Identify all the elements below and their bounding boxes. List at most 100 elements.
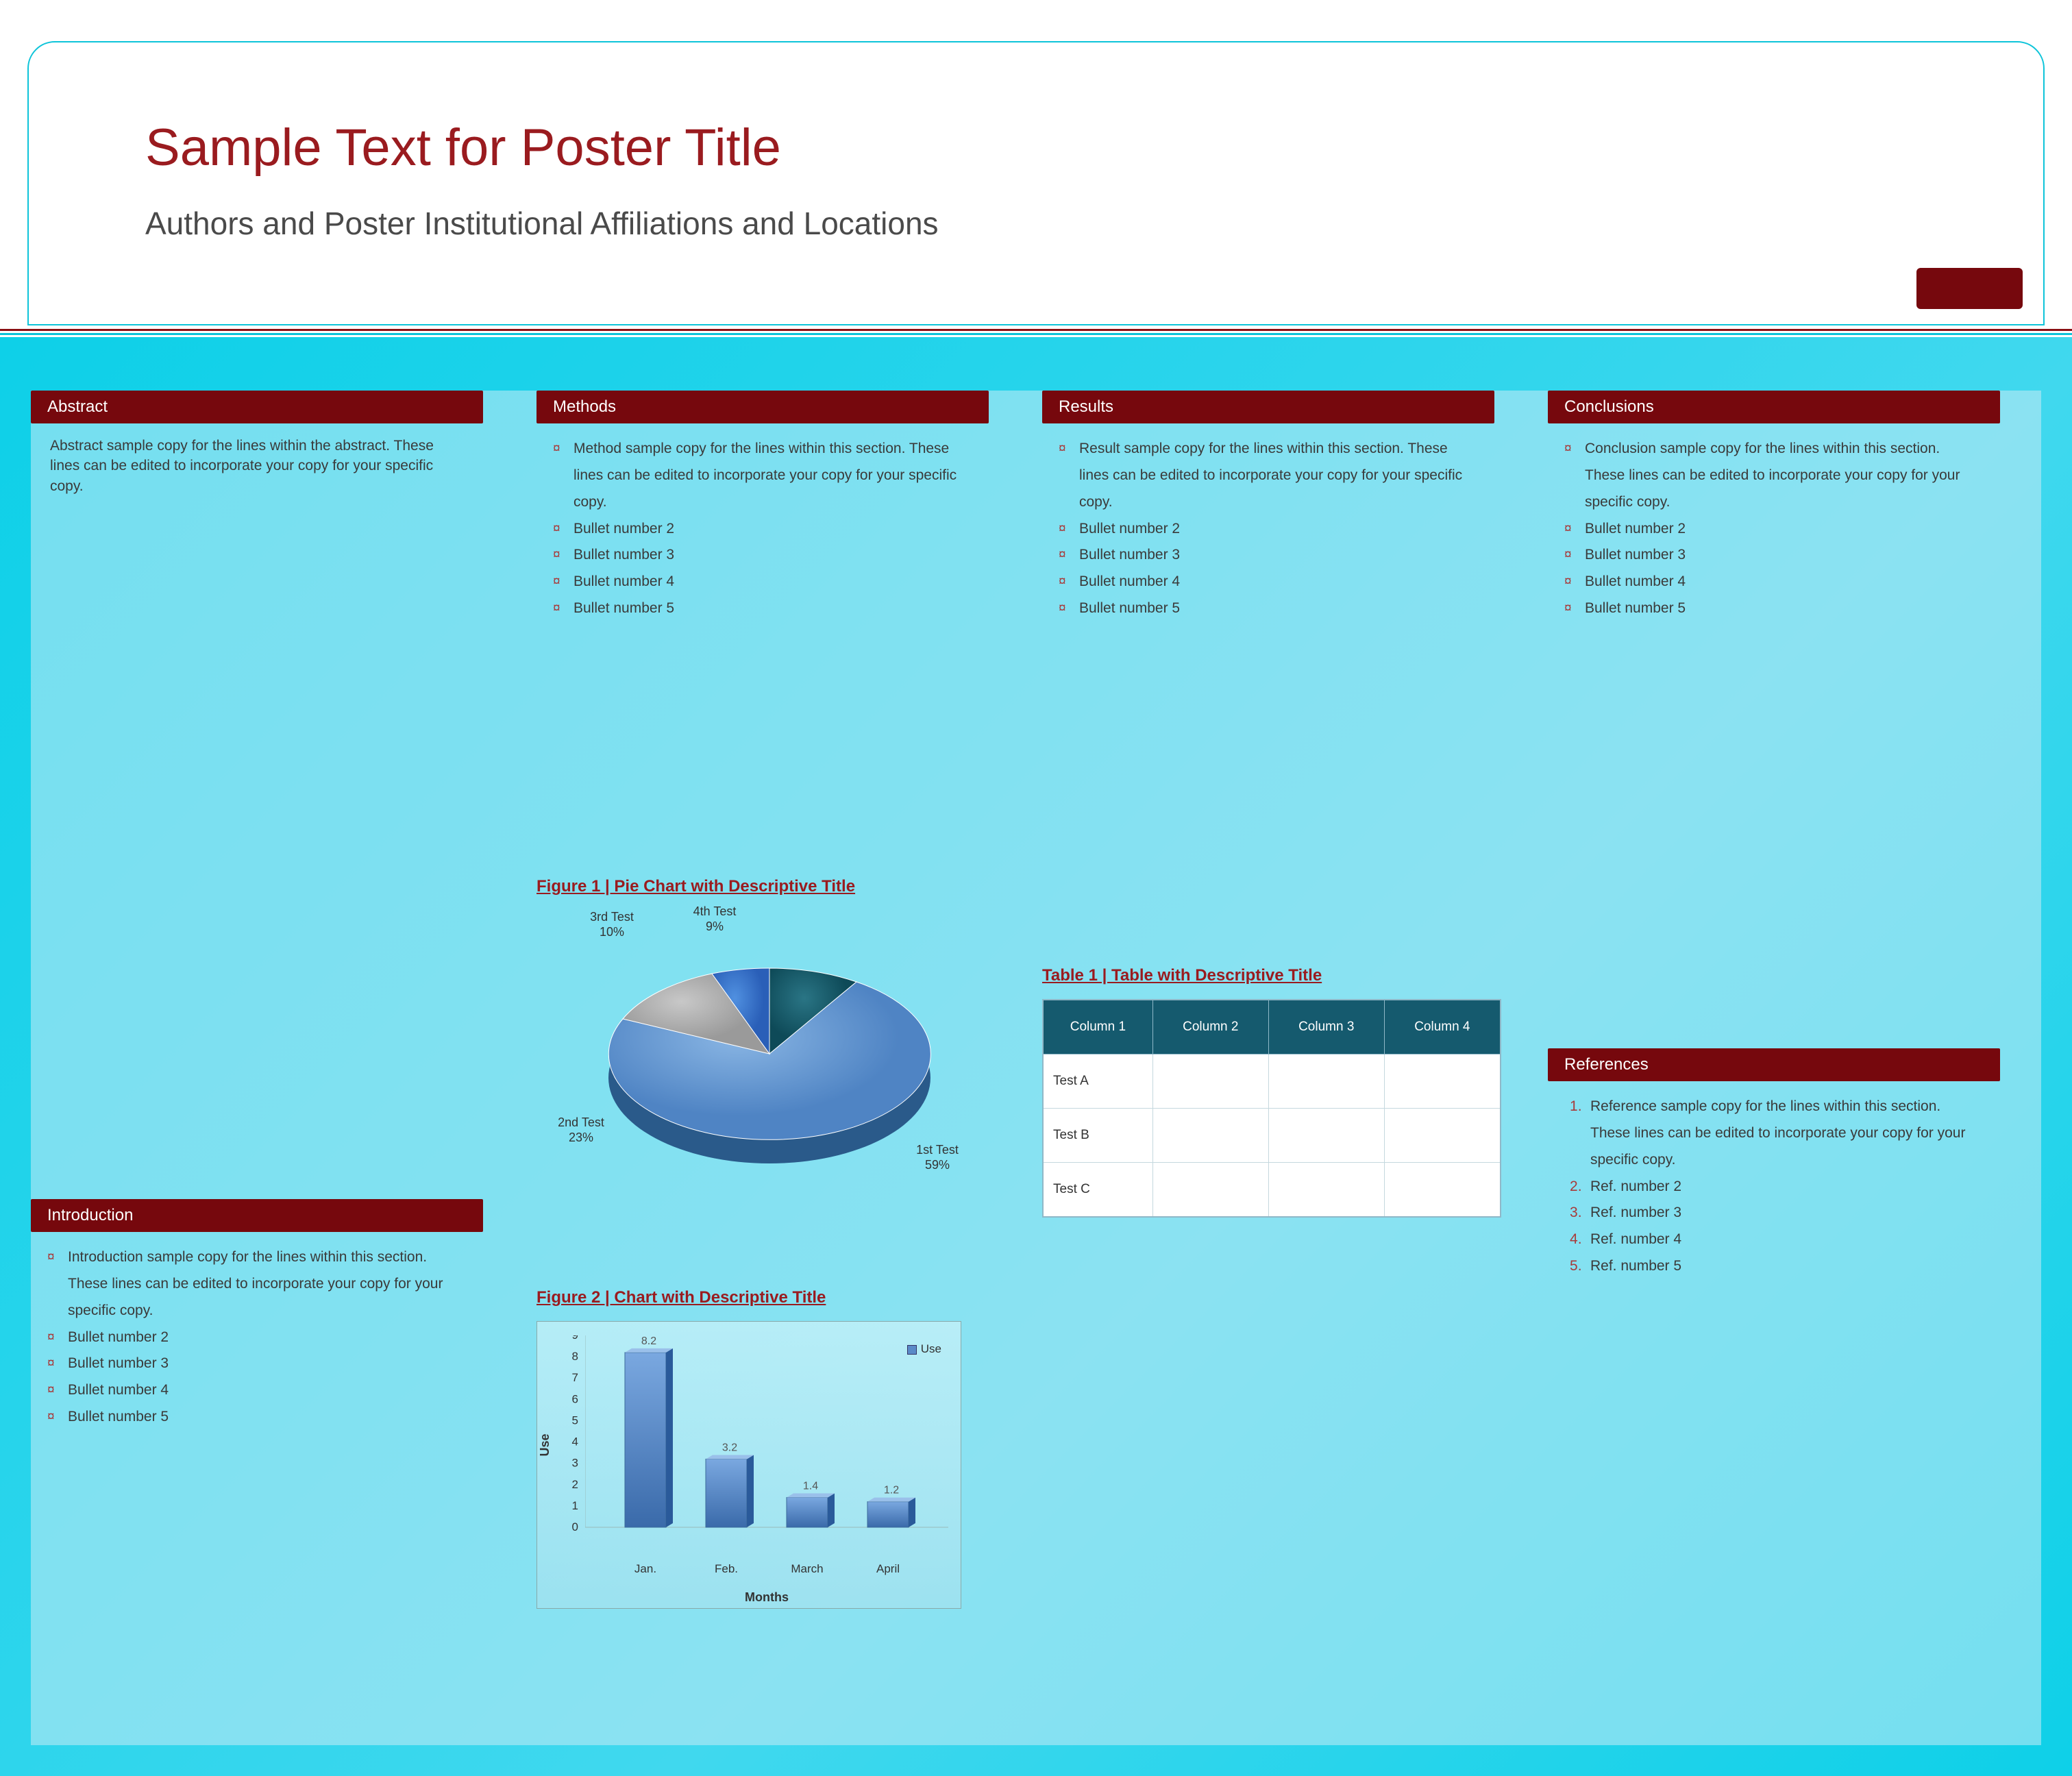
methods-item: Bullet number 5 xyxy=(553,595,972,622)
svg-text:Feb.: Feb. xyxy=(715,1562,738,1575)
table-row: Test B xyxy=(1043,1109,1501,1163)
svg-text:4: 4 xyxy=(572,1435,578,1448)
results-item: Bullet number 4 xyxy=(1059,569,1478,595)
pie-label-4: 4th Test 9% xyxy=(684,904,745,934)
table-cell: Test A xyxy=(1043,1054,1152,1109)
introduction-item: Bullet number 4 xyxy=(47,1377,467,1404)
table-row: Test C xyxy=(1043,1163,1501,1218)
table-cell xyxy=(1152,1109,1268,1163)
table-cell xyxy=(1268,1054,1384,1109)
pie-label-1: 1st Test 59% xyxy=(907,1143,968,1172)
pie-chart: 1st Test 59% 2nd Test 23% 3rd Test 10% 4… xyxy=(536,910,948,1205)
svg-text:5: 5 xyxy=(572,1414,578,1427)
table-1: Table 1 | Table with Descriptive Title C… xyxy=(1042,966,1515,1218)
results-item: Bullet number 5 xyxy=(1059,595,1478,622)
results-item: Bullet number 3 xyxy=(1059,542,1478,569)
conclusions-item: Conclusion sample copy for the lines wit… xyxy=(1564,436,1984,516)
section-methods: Methods Method sample copy for the lines… xyxy=(536,391,989,622)
bar-ylabel: Use xyxy=(538,1433,552,1456)
references-item: Ref. number 4 xyxy=(1570,1226,1984,1253)
figure-2-title: Figure 2 | Chart with Descriptive Title xyxy=(536,1288,989,1307)
methods-item: Bullet number 4 xyxy=(553,569,972,595)
conclusions-item: Bullet number 4 xyxy=(1564,569,1984,595)
divider-lines xyxy=(0,329,2072,336)
methods-item: Method sample copy for the lines within … xyxy=(553,436,972,516)
svg-text:8: 8 xyxy=(572,1350,578,1363)
pie-label-2: 2nd Test 23% xyxy=(550,1115,612,1145)
poster-page: Sample Text for Poster Title Authors and… xyxy=(0,0,2072,1776)
table-row: Test A xyxy=(1043,1054,1501,1109)
svg-text:0: 0 xyxy=(572,1520,578,1533)
svg-text:2: 2 xyxy=(572,1478,578,1491)
abstract-heading: Abstract xyxy=(31,391,483,423)
header-accent-bar xyxy=(1916,268,2023,309)
introduction-item: Bullet number 3 xyxy=(47,1350,467,1377)
table-cell xyxy=(1384,1109,1501,1163)
body-inner: Abstract Abstract sample copy for the li… xyxy=(31,391,2041,1745)
references-item: Ref. number 5 xyxy=(1570,1253,1984,1280)
figure-2: Figure 2 | Chart with Descriptive Title … xyxy=(536,1288,989,1609)
section-conclusions: Conclusions Conclusion sample copy for t… xyxy=(1548,391,2000,622)
table-cell: Test B xyxy=(1043,1109,1152,1163)
figure-1-title: Figure 1 | Pie Chart with Descriptive Ti… xyxy=(536,877,989,896)
table-cell xyxy=(1152,1054,1268,1109)
figure-1: Figure 1 | Pie Chart with Descriptive Ti… xyxy=(536,877,989,1205)
results-heading: Results xyxy=(1042,391,1494,423)
references-list: Reference sample copy for the lines with… xyxy=(1548,1081,2000,1280)
table-header: Column 4 xyxy=(1384,1000,1501,1054)
introduction-item: Bullet number 5 xyxy=(47,1404,467,1431)
section-results: Results Result sample copy for the lines… xyxy=(1042,391,1494,622)
methods-heading: Methods xyxy=(536,391,989,423)
conclusions-item: Bullet number 2 xyxy=(1564,516,1984,543)
svg-text:1.2: 1.2 xyxy=(884,1485,899,1496)
introduction-item: Bullet number 2 xyxy=(47,1324,467,1351)
conclusions-heading: Conclusions xyxy=(1548,391,2000,423)
table-cell: Test C xyxy=(1043,1163,1152,1218)
section-introduction: Introduction Introduction sample copy fo… xyxy=(31,1199,483,1431)
section-references: References Reference sample copy for the… xyxy=(1548,1048,2000,1280)
conclusions-item: Bullet number 3 xyxy=(1564,542,1984,569)
table-cell xyxy=(1384,1163,1501,1218)
methods-item: Bullet number 2 xyxy=(553,516,972,543)
svg-text:8.2: 8.2 xyxy=(641,1335,656,1347)
svg-text:3: 3 xyxy=(572,1457,578,1470)
references-item: Ref. number 2 xyxy=(1570,1174,1984,1200)
references-heading: References xyxy=(1548,1048,2000,1081)
abstract-body: Abstract sample copy for the lines withi… xyxy=(31,423,483,496)
results-list: Result sample copy for the lines within … xyxy=(1042,423,1494,622)
pie-label-3: 3rd Test 10% xyxy=(581,910,643,939)
poster-title: Sample Text for Poster Title xyxy=(145,118,1927,177)
svg-text:6: 6 xyxy=(572,1392,578,1405)
results-item: Bullet number 2 xyxy=(1059,516,1478,543)
section-abstract: Abstract Abstract sample copy for the li… xyxy=(31,391,483,496)
svg-text:1: 1 xyxy=(572,1499,578,1512)
data-table: Column 1Column 2Column 3Column 4 Test AT… xyxy=(1042,999,1501,1218)
svg-text:7: 7 xyxy=(572,1371,578,1384)
svg-text:9: 9 xyxy=(572,1335,578,1342)
references-item: Reference sample copy for the lines with… xyxy=(1570,1094,1984,1174)
table-header: Column 2 xyxy=(1152,1000,1268,1054)
references-item: Ref. number 3 xyxy=(1570,1200,1984,1226)
table-cell xyxy=(1268,1109,1384,1163)
introduction-heading: Introduction xyxy=(31,1199,483,1232)
table-1-title: Table 1 | Table with Descriptive Title xyxy=(1042,966,1515,985)
bar-chart: Use 8.2 3.2 1.4 1.2 0 1 2 3 4 5 6 7 8 9 xyxy=(536,1321,961,1609)
results-item: Result sample copy for the lines within … xyxy=(1059,436,1478,516)
table-cell xyxy=(1384,1054,1501,1109)
conclusions-list: Conclusion sample copy for the lines wit… xyxy=(1548,423,2000,622)
table-cell xyxy=(1152,1163,1268,1218)
svg-text:April: April xyxy=(876,1562,900,1575)
poster-subtitle: Authors and Poster Institutional Affilia… xyxy=(145,205,1927,242)
introduction-list: Introduction sample copy for the lines w… xyxy=(31,1232,483,1431)
header-box: Sample Text for Poster Title Authors and… xyxy=(27,41,2045,325)
svg-text:1.4: 1.4 xyxy=(803,1480,818,1492)
introduction-item: Introduction sample copy for the lines w… xyxy=(47,1244,467,1324)
table-header: Column 3 xyxy=(1268,1000,1384,1054)
table-header: Column 1 xyxy=(1043,1000,1152,1054)
methods-item: Bullet number 3 xyxy=(553,542,972,569)
methods-list: Method sample copy for the lines within … xyxy=(536,423,989,622)
bar-xlabel: Months xyxy=(745,1590,789,1604)
svg-text:March: March xyxy=(791,1562,823,1575)
table-cell xyxy=(1268,1163,1384,1218)
svg-text:3.2: 3.2 xyxy=(722,1442,737,1453)
